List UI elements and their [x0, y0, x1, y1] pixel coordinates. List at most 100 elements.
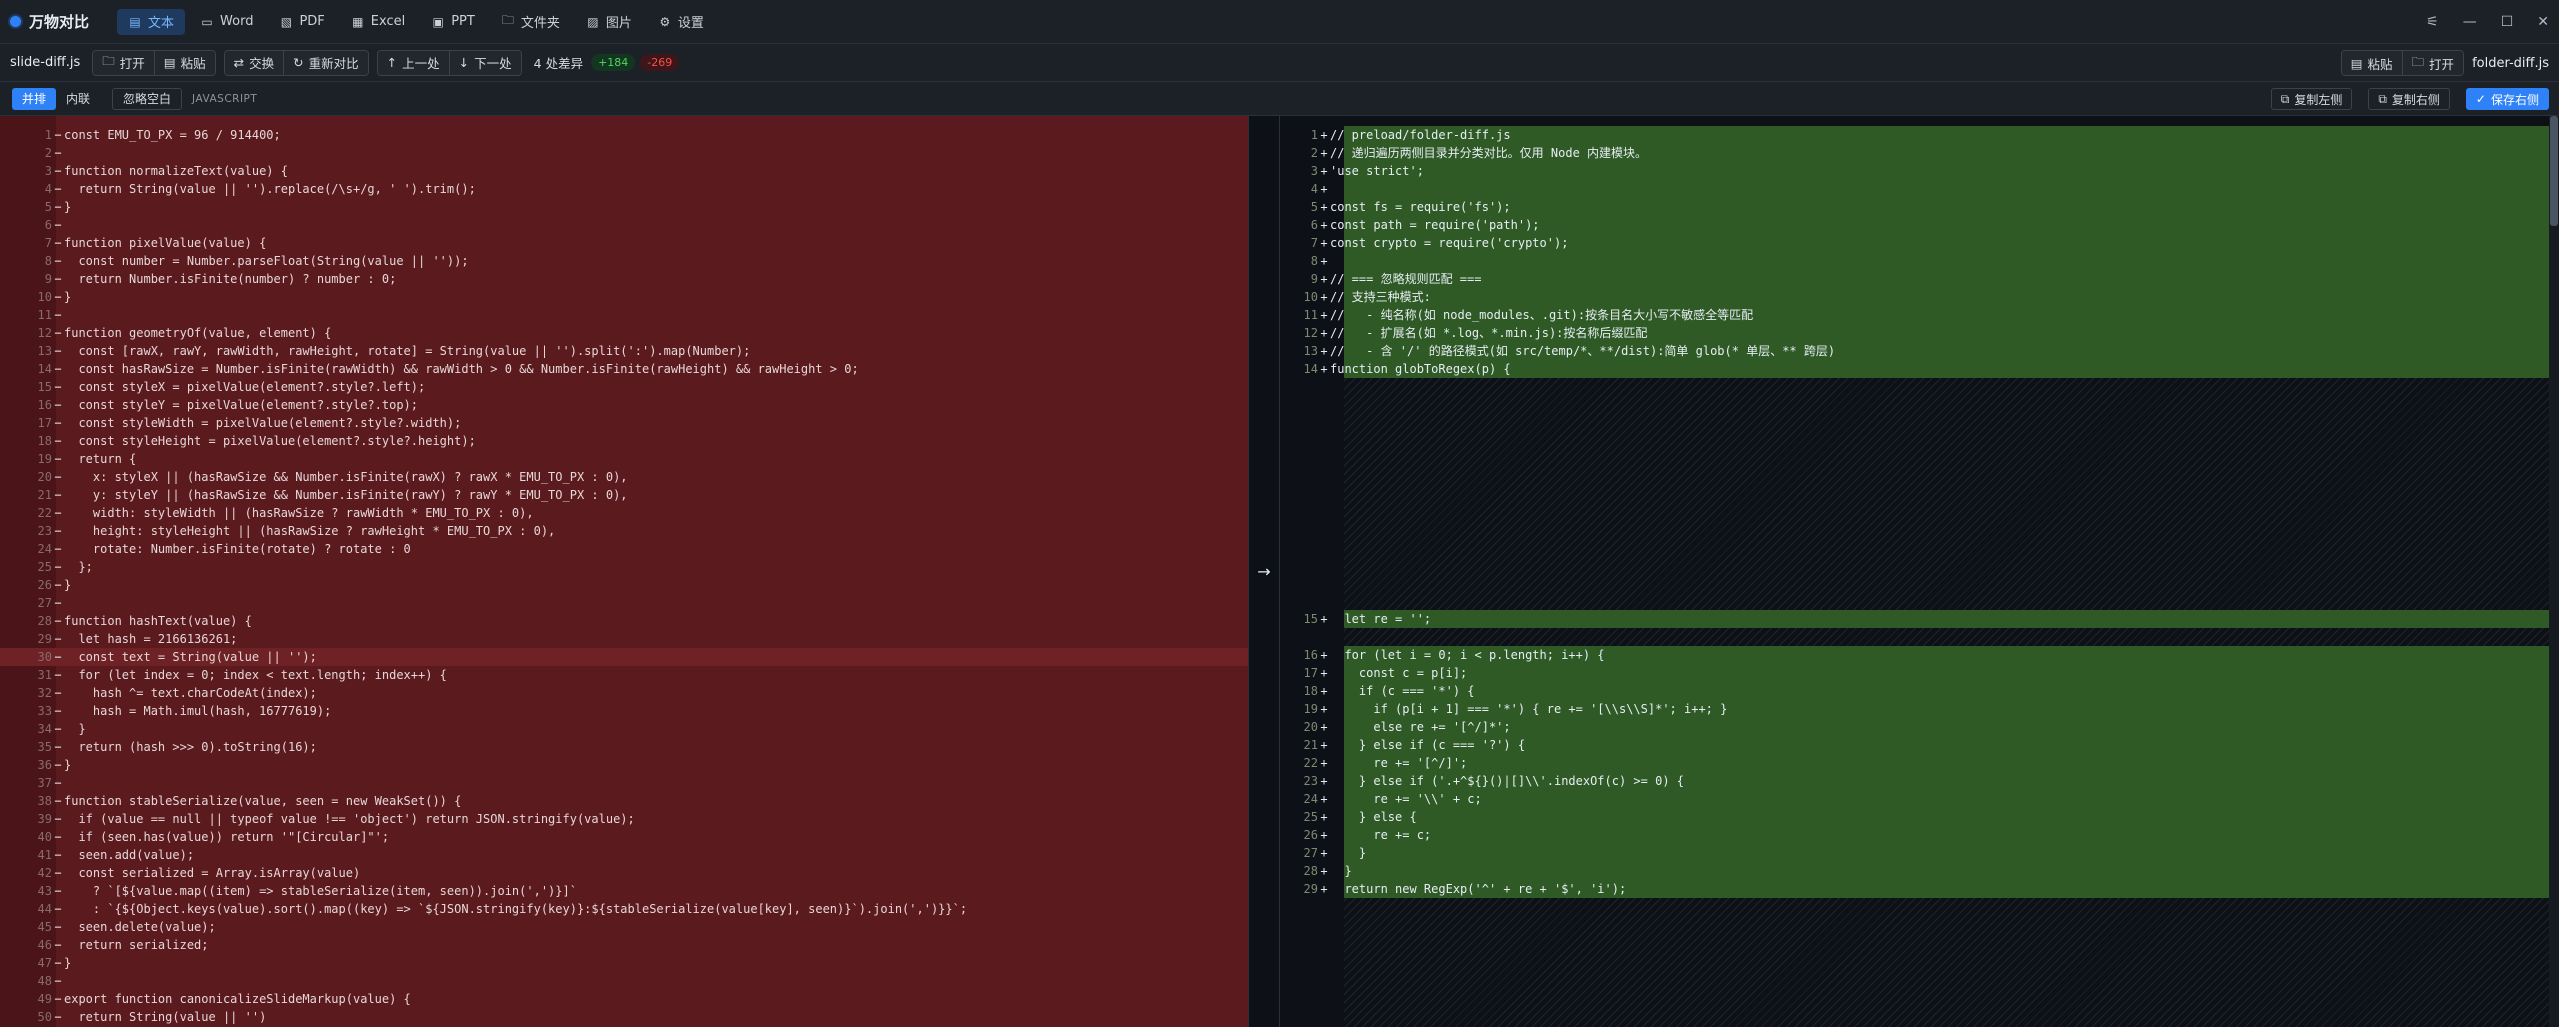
diff-marker: −: [54, 128, 62, 142]
empty-filler: [1280, 898, 2559, 1027]
nav-item-1[interactable]: ▭ Word: [189, 9, 264, 35]
prev-diff-label: 上一处: [402, 56, 440, 71]
line-number: 16: [37, 398, 52, 412]
line-number: 19: [37, 452, 52, 466]
code-line: 28− function hashText(value) {: [0, 612, 1248, 630]
diff-marker: +: [1320, 666, 1328, 680]
minimize-icon[interactable]: —: [2463, 14, 2477, 30]
code-line: 21 + } else if (c === '?') {: [1280, 736, 2559, 754]
diff-marker: +: [1320, 218, 1328, 232]
line-number: 25: [1303, 810, 1318, 824]
code-text: return {: [64, 452, 137, 466]
right-paste-button[interactable]: ▤ 粘贴: [2341, 51, 2403, 75]
diff-marker: −: [54, 218, 62, 232]
code-line: 16− const styleY = pixelValue(element?.s…: [0, 396, 1248, 414]
left-editor-pane[interactable]: 1− const EMU_TO_PX = 96 / 914400; 2−3− func…: [0, 116, 1248, 1027]
code-text: function normalizeText(value) {: [64, 164, 288, 178]
line-number: 4: [1310, 182, 1318, 196]
title-bar: 万物对比 ▤ 文本 ▭ Word ▧ PDF ▦ Excel ▣ PPT 🗀 文件夹 ▨ 图片 ⚙ 设置 ⚟ …: [0, 0, 2559, 44]
diff-marker: +: [1320, 200, 1328, 214]
nav-item-2[interactable]: ▧ PDF: [268, 9, 335, 35]
code-line: 49− export function canonicalizeSlideMark…: [0, 990, 1248, 1008]
code-line: 40− if (seen.has(value)) return '"[Circu…: [0, 828, 1248, 846]
code-line: 37−: [0, 774, 1248, 792]
diff-marker: −: [54, 776, 62, 790]
code-line: 3 +'use strict';: [1280, 162, 2559, 180]
diff-marker: +: [1320, 882, 1328, 896]
inline-tab[interactable]: 内联: [56, 88, 100, 110]
code-text: function pixelValue(value) {: [64, 236, 267, 250]
code-line: 24− rotate: Number.isFinite(rotate) ? ro…: [0, 540, 1248, 558]
line-number: 46: [37, 938, 52, 952]
copy-icon: ⧉: [2378, 91, 2387, 106]
nav-item-6[interactable]: ▨ 图片: [575, 9, 643, 35]
code-text: export function canonicalizeSlideMarkup(…: [64, 992, 411, 1006]
line-number: 39: [37, 812, 52, 826]
code-line: 36−}: [0, 756, 1248, 774]
diff-marker: −: [54, 452, 62, 466]
right-editor-pane[interactable]: 1 +// preload/folder-diff.js 2 +// 递归遍历两侧目录…: [1280, 116, 2559, 1027]
code-line: 13− const [rawX, rawY, rawWidth, rawHeig…: [0, 342, 1248, 360]
code-line: 30− const text = String(value || '');: [0, 648, 1248, 666]
folder-open-icon: 🗀: [2411, 53, 2425, 69]
diff-marker: −: [54, 650, 62, 664]
code-line: 11 +// - 纯名称(如 node_modules、.git):按条目名大小写…: [1280, 306, 2559, 324]
code-line: 13 +// - 含 '/' 的路径模式(如 src/temp/*、**/dist…: [1280, 342, 2559, 360]
maximize-icon[interactable]: ☐: [2501, 14, 2514, 30]
line-number: 11: [1303, 308, 1318, 322]
prev-diff-button[interactable]: ↑ 上一处: [377, 50, 450, 75]
code-text: re += c;: [1330, 828, 1432, 842]
line-number: 15: [1303, 612, 1318, 626]
empty-filler: [1280, 378, 2559, 610]
compare-actions: ⇄ 交换 ↻ 重新对比: [223, 49, 369, 76]
right-open-button[interactable]: 🗀 打开: [2402, 51, 2464, 75]
diff-marker: −: [54, 344, 62, 358]
code-text: if (c === '*') {: [1330, 684, 1475, 698]
code-line: 3− function normalizeText(value) {: [0, 162, 1248, 180]
nav-item-4[interactable]: ▣ PPT: [420, 9, 486, 35]
line-number: 16: [1303, 648, 1318, 662]
recompare-button[interactable]: ↻ 重新对比: [284, 50, 368, 75]
close-icon[interactable]: ✕: [2537, 14, 2549, 30]
added-count-badge: +184: [591, 54, 636, 71]
diff-marker: −: [54, 920, 62, 934]
code-text: seen.add(value);: [64, 848, 195, 862]
diff-marker: −: [54, 200, 62, 214]
line-number: 29: [37, 632, 52, 646]
save-right-button[interactable]: ✓ 保存右侧: [2465, 88, 2549, 110]
diff-marker: −: [54, 362, 62, 376]
code-text: hash = Math.imul(hash, 16777619);: [64, 704, 332, 718]
nav-item-5[interactable]: 🗀 文件夹: [490, 9, 571, 35]
diff-marker: −: [54, 290, 62, 304]
code-text: height: styleHeight || (hasRawSize ? raw…: [64, 524, 556, 538]
side-by-side-tab[interactable]: 并排: [12, 87, 57, 110]
arrow-right-icon[interactable]: →: [1257, 562, 1270, 581]
code-line: 5 + const fs = require('fs');: [1280, 198, 2559, 216]
left-open-label: 打开: [119, 56, 145, 71]
nav-item-7[interactable]: ⚙ 设置: [647, 9, 715, 35]
left-paste-button[interactable]: ▤ 粘贴: [154, 50, 215, 75]
ignore-whitespace-button[interactable]: 忽略空白: [112, 87, 183, 110]
swap-button[interactable]: ⇄ 交换: [224, 50, 285, 75]
diff-marker: +: [1320, 326, 1328, 340]
nav-item-0[interactable]: ▤ 文本: [117, 8, 186, 35]
sliders-icon[interactable]: ⚟: [2426, 14, 2439, 30]
app-logo-icon: [10, 16, 21, 27]
left-open-button[interactable]: 🗀 打开: [93, 50, 155, 75]
removed-count-badge: -269: [640, 54, 680, 71]
next-diff-button[interactable]: ↓ 下一处: [449, 50, 521, 75]
right-file-area: ▤ 粘贴 🗀 打开 folder-diff.js: [2340, 44, 2549, 82]
nav-item-label: 图片: [605, 16, 632, 31]
line-number: 1: [44, 128, 52, 142]
copy-left-button[interactable]: ⧉ 复制左侧: [2270, 88, 2353, 110]
diff-connector: →: [1248, 116, 1280, 1027]
view-mode-toggle: 并排 内联: [12, 87, 100, 110]
copy-right-button[interactable]: ⧉ 复制右侧: [2368, 88, 2450, 110]
code-line: 7− function pixelValue(value) {: [0, 234, 1248, 252]
nav-item-3[interactable]: ▦ Excel: [340, 9, 416, 35]
code-line: 7 + const crypto = require('crypto');: [1280, 234, 2559, 252]
diff-marker: −: [54, 524, 62, 538]
code-text: return Number.isFinite(number) ? number …: [64, 272, 397, 286]
code-line: 20− x: styleX || (hasRawSize && Number.i…: [0, 468, 1248, 486]
line-number: 12: [1303, 326, 1318, 340]
